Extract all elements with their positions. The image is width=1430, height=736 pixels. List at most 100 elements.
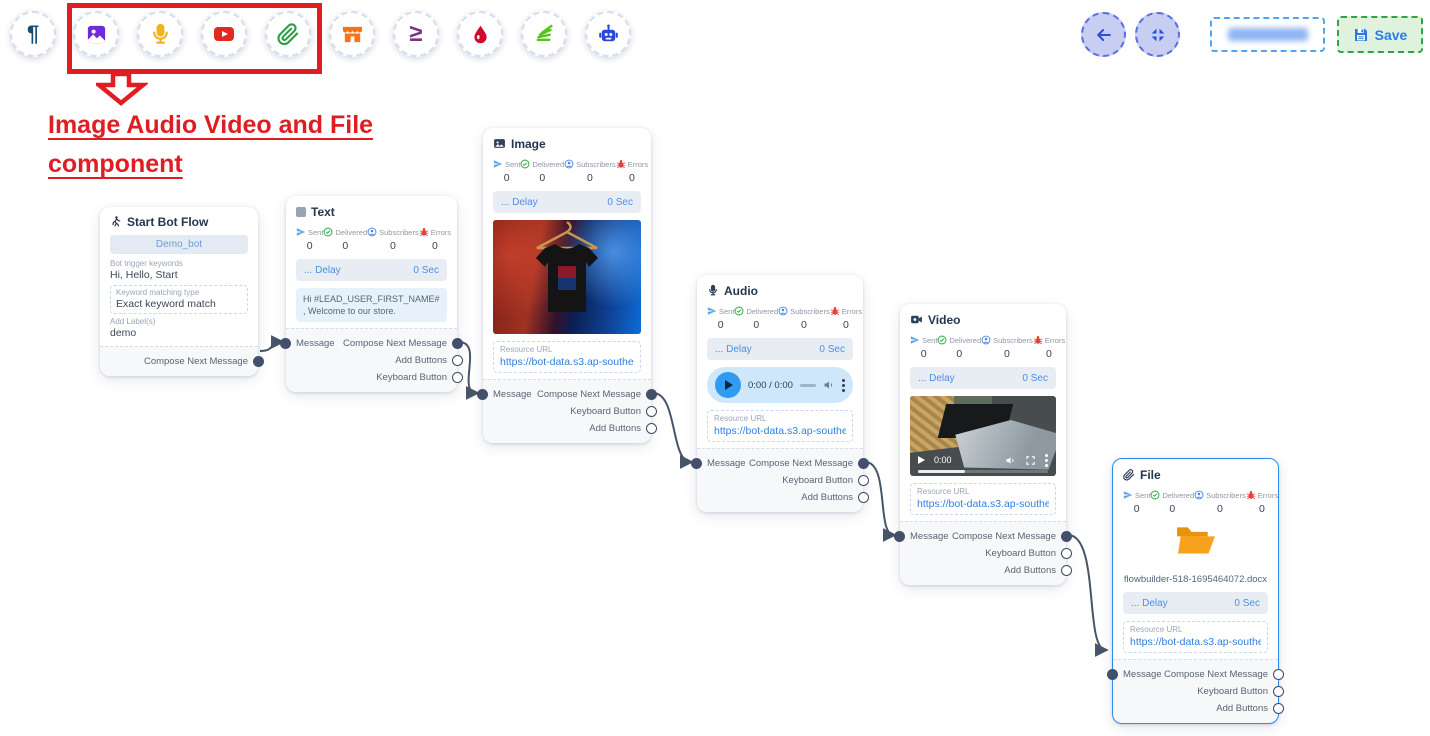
handle-keyboard-button[interactable] <box>1061 548 1072 559</box>
keyboard-button-label: Keyboard Button <box>985 548 1056 559</box>
add-labels-group[interactable]: Add Label(s) demo <box>110 317 248 340</box>
fit-view-button[interactable] <box>1135 12 1180 57</box>
volume-icon[interactable] <box>823 379 835 391</box>
back-button[interactable] <box>1081 12 1126 57</box>
handle-keyboard-button[interactable] <box>858 475 869 486</box>
delay-row[interactable]: ... Delay0 Sec <box>296 259 447 281</box>
edge-image-to-audio[interactable] <box>653 393 691 462</box>
save-button[interactable]: Save <box>1337 16 1423 53</box>
play-button[interactable] <box>715 372 741 398</box>
node-title: Image <box>511 137 546 151</box>
handle-compose-out[interactable] <box>253 356 264 367</box>
add-labels-label: Add Label(s) <box>110 317 248 327</box>
audio-menu-icon[interactable] <box>842 379 845 392</box>
handle-compose-out[interactable] <box>646 389 657 400</box>
handle-compose-out[interactable] <box>1273 669 1284 680</box>
message-label: Message <box>910 528 949 545</box>
resource-url-label: Resource URL <box>714 413 846 424</box>
errors-icon <box>1246 490 1256 500</box>
handle-add-buttons[interactable] <box>858 492 869 503</box>
stats-row: Sent0 Delivered0 Subscribers0 Errors0 <box>296 226 447 252</box>
delay-row[interactable]: ... Delay0 Sec <box>707 338 853 360</box>
add-buttons-label: Add Buttons <box>1216 703 1268 714</box>
trigger-keywords-group[interactable]: Bot trigger keywords Hi, Hello, Start <box>110 259 248 282</box>
toolbar-text-button[interactable]: ¶ <box>10 11 56 57</box>
handle-add-buttons[interactable] <box>1273 703 1284 714</box>
edge-audio-to-video[interactable] <box>865 462 894 535</box>
toolbar-sequence-button[interactable] <box>521 11 567 57</box>
errors-icon <box>1033 335 1043 345</box>
handle-compose-out[interactable] <box>858 458 869 469</box>
file-preview[interactable] <box>1123 522 1268 570</box>
toolbar-condition-button[interactable]: ≥ <box>393 11 439 57</box>
edge-text-to-image[interactable] <box>459 342 477 393</box>
bot-name-field[interactable]: Demo_bot <box>110 235 248 254</box>
trigger-keywords-label: Bot trigger keywords <box>110 259 248 269</box>
robot-icon <box>597 23 620 46</box>
handle-message-in[interactable] <box>894 531 905 542</box>
delay-row[interactable]: ... Delay0 Sec <box>493 191 641 213</box>
handle-keyboard-button[interactable] <box>452 372 463 383</box>
edge-start-to-text[interactable] <box>260 342 282 351</box>
handle-compose-out[interactable] <box>452 338 463 349</box>
toolbar-drip-button[interactable] <box>457 11 503 57</box>
resource-url-link[interactable]: https://bot-data.s3.ap-southeast-1.wasab… <box>1130 635 1261 649</box>
keyword-matching-group[interactable]: Keyword matching type Exact keyword matc… <box>110 285 248 314</box>
message-label: Message <box>493 386 532 403</box>
video-menu-icon[interactable] <box>1045 454 1048 467</box>
compose-next-message-label: Compose Next Message <box>952 528 1056 545</box>
redacted-button[interactable] <box>1210 17 1325 52</box>
node-title: File <box>1140 468 1161 482</box>
droplet-icon <box>470 24 491 45</box>
handle-add-buttons[interactable] <box>1061 565 1072 576</box>
add-buttons-label: Add Buttons <box>801 492 853 503</box>
node-text[interactable]: Text Sent0 Delivered0 Subscribers0 Error… <box>286 196 457 392</box>
compress-icon <box>1149 26 1167 44</box>
handle-add-buttons[interactable] <box>452 355 463 366</box>
image-preview[interactable] <box>493 220 641 334</box>
video-preview[interactable]: 0:00 <box>910 396 1056 476</box>
video-progress-bar[interactable] <box>918 470 1048 473</box>
toolbar-ecommerce-button[interactable] <box>329 11 375 57</box>
node-audio[interactable]: Audio Sent0 Delivered0 Subscribers0 Erro… <box>697 275 863 512</box>
handle-message-in[interactable] <box>1107 669 1118 680</box>
video-play-icon[interactable] <box>918 456 925 464</box>
store-icon <box>341 23 364 46</box>
stats-row: Sent0 Delivered0 Subscribers0 Errors0 <box>1123 489 1268 515</box>
node-file[interactable]: File Sent0 Delivered0 Subscribers0 Error… <box>1112 458 1279 724</box>
resource-url-link[interactable]: https://bot-data.s3.ap-southeast-1.wasab… <box>917 497 1049 511</box>
video-volume-icon[interactable] <box>1005 455 1016 466</box>
stack-icon <box>533 23 555 45</box>
stats-row: Sent0 Delivered0 Subscribers0 Errors0 <box>493 158 641 184</box>
audio-progress-bar[interactable] <box>800 384 816 387</box>
delay-row[interactable]: ... Delay0 Sec <box>1123 592 1268 614</box>
handle-message-in[interactable] <box>477 389 488 400</box>
delivered-icon <box>734 306 744 316</box>
subscribers-icon <box>1194 490 1204 500</box>
node-image[interactable]: Image Sent0 Delivered0 Subscribers0 Erro… <box>483 128 651 443</box>
resource-url-label: Resource URL <box>1130 624 1261 635</box>
delay-row[interactable]: ... Delay0 Sec <box>910 367 1056 389</box>
edge-video-to-file[interactable] <box>1068 535 1106 650</box>
node-video[interactable]: Video Sent0 Delivered0 Subscribers0 Erro… <box>900 304 1066 585</box>
compose-next-message-label: Compose Next Message <box>537 386 641 403</box>
handle-add-buttons[interactable] <box>646 423 657 434</box>
blurred-label <box>1228 28 1308 41</box>
handle-compose-out[interactable] <box>1061 531 1072 542</box>
handle-keyboard-button[interactable] <box>1273 686 1284 697</box>
sent-icon <box>296 227 306 237</box>
resource-url-link[interactable]: https://bot-data.s3.ap-southeast-1.wasab… <box>714 424 846 438</box>
handle-keyboard-button[interactable] <box>646 406 657 417</box>
message-text[interactable]: Hi #LEAD_USER_FIRST_NAME# , Welcome to o… <box>296 288 447 322</box>
video-controls: 0:00 <box>910 451 1056 469</box>
fullscreen-icon[interactable] <box>1025 455 1036 466</box>
handle-message-in[interactable] <box>280 338 291 349</box>
node-start-bot-flow[interactable]: Start Bot Flow Demo_bot Bot trigger keyw… <box>100 207 258 376</box>
keyboard-button-label: Keyboard Button <box>782 475 853 486</box>
compose-next-message-label: Compose Next Message <box>144 356 248 367</box>
handle-message-in[interactable] <box>691 458 702 469</box>
folder-icon <box>1174 522 1218 558</box>
resource-url-link[interactable]: https://bot-data.s3.ap-southeast-1.wasab… <box>500 355 634 369</box>
toolbar-ai-button[interactable] <box>585 11 631 57</box>
trigger-keywords-value: Hi, Hello, Start <box>110 269 248 282</box>
